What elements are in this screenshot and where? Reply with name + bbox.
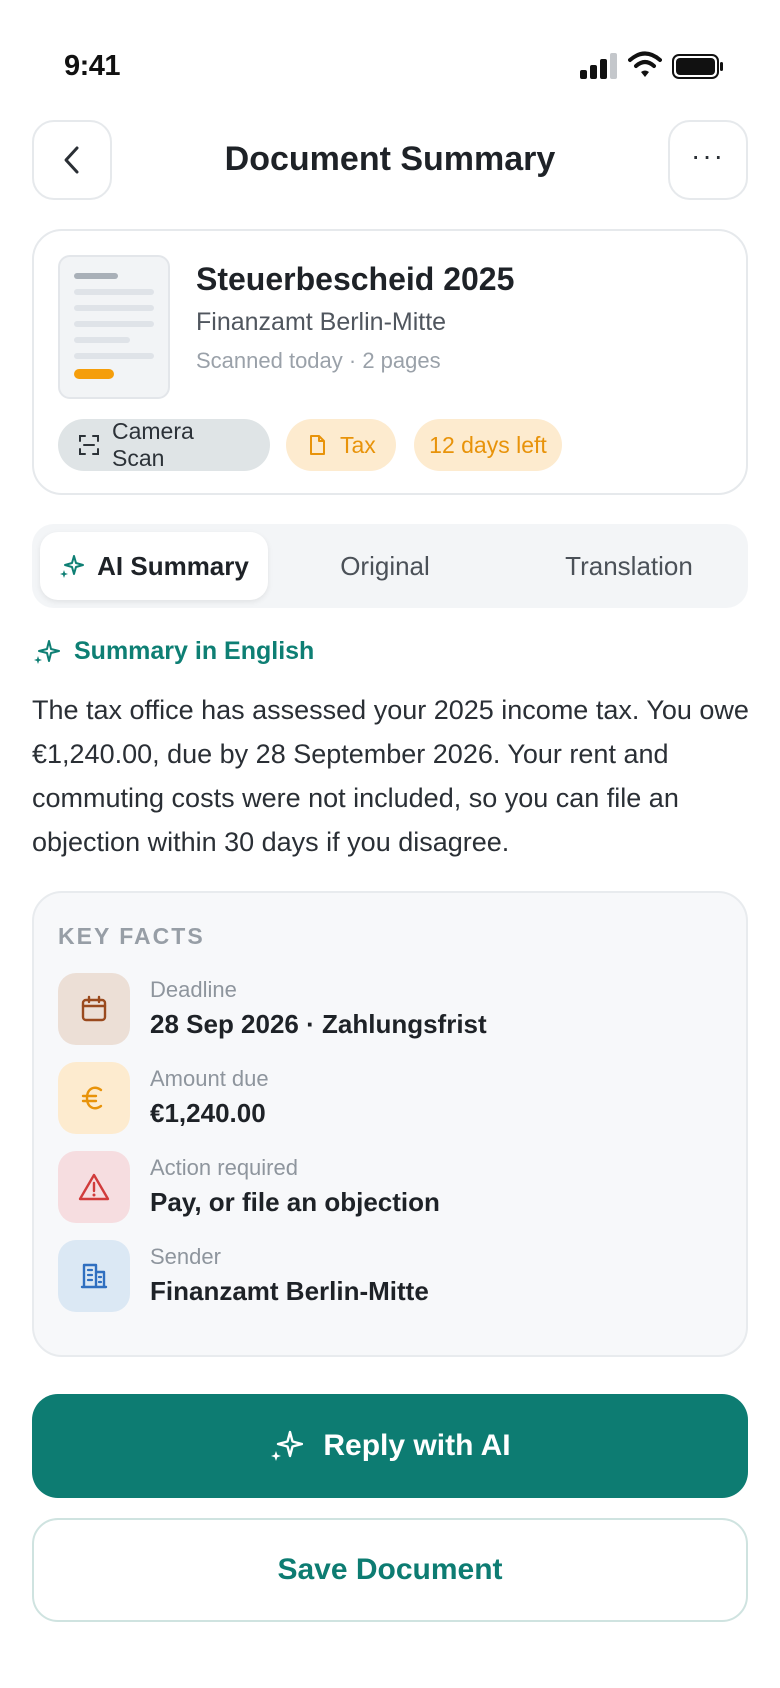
tab-translation-label: Translation xyxy=(565,550,693,581)
building-icon xyxy=(58,1240,130,1312)
fact-value: €1,240.00 xyxy=(150,1098,266,1128)
view-tabs: AI Summary Original Translation xyxy=(32,524,748,608)
document-sender: Finanzamt Berlin-Mitte xyxy=(196,308,447,336)
tab-ai-summary[interactable]: AI Summary xyxy=(40,532,268,600)
fact-amount-due: Amount due €1,240.00 xyxy=(58,1062,718,1134)
category-chip: Tax xyxy=(286,419,396,471)
more-options-button[interactable]: ··· xyxy=(668,120,748,200)
sparkle-icon xyxy=(271,1430,304,1461)
fact-label: Amount due xyxy=(150,1066,269,1091)
source-chip: Camera Scan xyxy=(58,418,270,471)
fact-value: Finanzamt Berlin-Mitte xyxy=(150,1276,429,1306)
fact-label: Sender xyxy=(150,1244,221,1269)
fact-label: Deadline xyxy=(150,977,237,1002)
reply-with-ai-label: Reply with AI xyxy=(323,1429,511,1462)
chevron-left-icon xyxy=(64,146,79,174)
tab-translation[interactable]: Translation xyxy=(516,532,742,600)
document-meta: Scanned today · 2 pages xyxy=(196,348,441,373)
page-title: Document Summary xyxy=(224,140,556,178)
sparkle-icon xyxy=(34,639,60,664)
document-thumbnail xyxy=(58,255,170,399)
save-document-button[interactable]: Save Document xyxy=(32,1518,748,1622)
deadline-chip: 12 days left xyxy=(414,419,562,471)
save-document-label: Save Document xyxy=(277,1553,503,1586)
scan-icon xyxy=(79,435,99,455)
sparkle-icon xyxy=(60,555,85,578)
warning-icon xyxy=(58,1151,130,1223)
fact-sender: Sender Finanzamt Berlin-Mitte xyxy=(58,1240,718,1312)
euro-icon xyxy=(58,1062,130,1134)
status-bar: 9:41 xyxy=(0,0,780,120)
reply-with-ai-button[interactable]: Reply with AI xyxy=(32,1394,748,1498)
tab-original-label: Original xyxy=(340,550,430,581)
file-icon xyxy=(310,435,325,455)
tab-ai-summary-label: AI Summary xyxy=(97,550,249,581)
key-facts-card: KEY FACTS Deadline 28 Sep 2026 · Zahlung… xyxy=(32,891,748,1357)
more-horizontal-icon: ··· xyxy=(691,140,725,171)
fact-value: Pay, or file an objection xyxy=(150,1187,440,1217)
category-chip-label: Tax xyxy=(340,431,376,458)
status-time: 9:41 xyxy=(64,50,121,82)
calendar-icon xyxy=(58,973,130,1045)
deadline-chip-label: 12 days left xyxy=(429,431,547,458)
fact-label: Action required xyxy=(150,1155,298,1180)
fact-value: 28 Sep 2026 · Zahlungsfrist xyxy=(150,1009,487,1039)
battery-icon xyxy=(672,54,723,79)
wifi-icon xyxy=(628,51,662,77)
cellular-signal-icon xyxy=(580,53,618,79)
fact-action-required: Action required Pay, or file an objectio… xyxy=(58,1151,718,1223)
summary-heading: Summary in English xyxy=(32,637,314,666)
back-button[interactable] xyxy=(32,120,112,200)
summary-text: The tax office has assessed your 2025 in… xyxy=(32,695,749,857)
document-title: Steuerbescheid 2025 xyxy=(196,261,515,297)
document-card[interactable]: Steuerbescheid 2025 Finanzamt Berlin-Mit… xyxy=(32,229,748,495)
fact-deadline: Deadline 28 Sep 2026 · Zahlungsfrist xyxy=(58,973,718,1045)
key-facts-title: KEY FACTS xyxy=(58,923,205,949)
tab-original[interactable]: Original xyxy=(290,532,480,600)
source-chip-label: Camera Scan xyxy=(112,418,194,471)
summary-heading-label: Summary in English xyxy=(74,637,315,665)
